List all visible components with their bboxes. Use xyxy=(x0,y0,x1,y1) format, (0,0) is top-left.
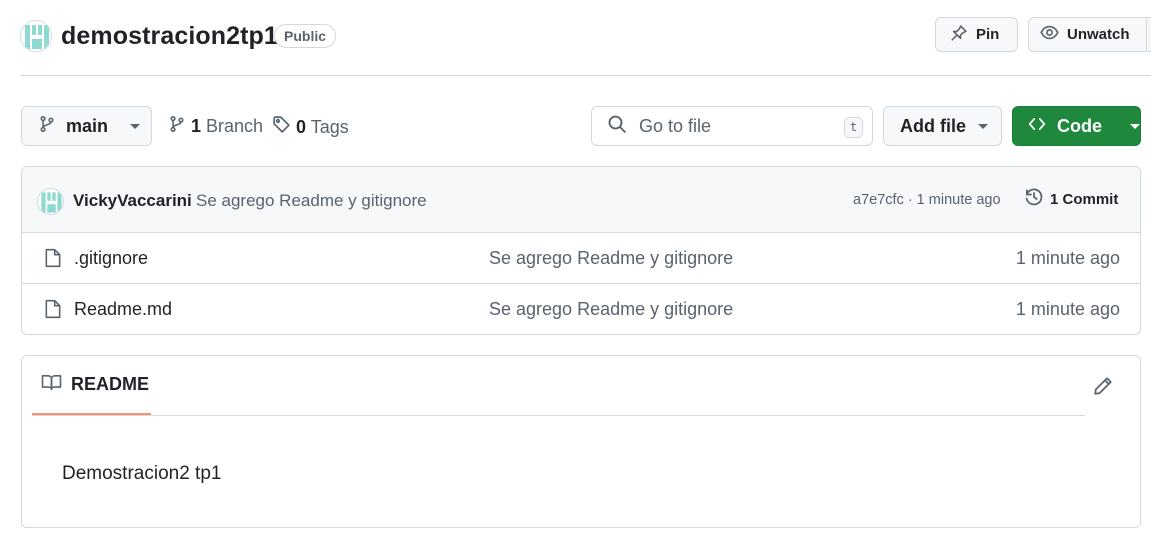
search-icon xyxy=(607,114,627,139)
search-input[interactable] xyxy=(639,115,829,137)
chevron-down-icon xyxy=(130,123,141,129)
commit-hash-time[interactable]: a7e7cfc · 1 minute ago xyxy=(853,192,1001,208)
table-row[interactable]: Readme.md Se agrego Readme y gitignore 1… xyxy=(22,284,1140,334)
tags-count: 0 xyxy=(296,116,307,137)
branches-count: 1 xyxy=(191,116,202,136)
file-commit-message[interactable]: Se agrego Readme y gitignore xyxy=(489,248,733,269)
add-file-button[interactable]: Add file xyxy=(883,106,1002,146)
commits-link[interactable]: 1 Commit xyxy=(1024,187,1118,211)
branches-link[interactable]: 1 Branch xyxy=(168,115,263,138)
eye-icon xyxy=(1040,23,1059,46)
tags-label: Tags xyxy=(310,116,349,137)
history-icon xyxy=(1024,187,1044,211)
branches-label: Branch xyxy=(206,116,264,136)
file-name[interactable]: .gitignore xyxy=(74,248,148,269)
add-file-label: Add file xyxy=(900,115,966,136)
book-icon xyxy=(41,373,62,396)
latest-commit-bar: VickyVaccarini Se agrego Readme y gitign… xyxy=(22,167,1140,233)
chevron-down-icon xyxy=(1130,123,1140,129)
branch-selector-button[interactable]: main xyxy=(21,106,152,146)
code-button[interactable]: Code xyxy=(1012,106,1141,146)
unwatch-button[interactable]: Unwatch 1 xyxy=(1028,17,1151,52)
code-icon xyxy=(1027,115,1047,138)
header-divider xyxy=(21,75,1151,76)
pin-label: Pin xyxy=(976,26,1000,43)
pencil-icon[interactable] xyxy=(1093,376,1113,401)
tag-icon xyxy=(272,115,291,139)
readme-content: Demostracion2 tp1 xyxy=(62,463,222,484)
readme-divider xyxy=(32,415,1085,416)
file-commit-time: 1 minute ago xyxy=(1015,299,1120,319)
tags-link[interactable]: 0 Tags xyxy=(272,115,349,139)
file-icon xyxy=(44,248,62,273)
git-branch-icon xyxy=(38,115,56,138)
commits-label: Commit xyxy=(1062,190,1119,208)
repo-header: demostracion2tp1 Public Pin Unwatch 1 xyxy=(0,0,1151,76)
file-commit-time: 1 minute ago xyxy=(1015,248,1120,268)
watch-count: 1 xyxy=(1145,18,1151,51)
tab-readme[interactable]: README xyxy=(32,356,151,416)
branch-name: main xyxy=(66,115,109,136)
visibility-badge: Public xyxy=(274,24,337,48)
file-list: VickyVaccarini Se agrego Readme y gitign… xyxy=(21,166,1141,335)
pin-icon xyxy=(950,24,968,46)
pin-button[interactable]: Pin xyxy=(935,17,1018,52)
readme-panel: README Demostracion2 tp1 xyxy=(21,355,1141,528)
code-label: Code xyxy=(1057,115,1102,136)
chevron-down-icon xyxy=(978,123,988,129)
commit-message[interactable]: Se agrego Readme y gitignore xyxy=(196,191,427,211)
shortcut-key: t xyxy=(844,117,863,138)
file-name[interactable]: Readme.md xyxy=(74,299,172,320)
avatar[interactable] xyxy=(37,188,64,215)
commits-count: 1 xyxy=(1050,190,1059,208)
repo-name[interactable]: demostracion2tp1 xyxy=(61,22,278,51)
file-icon xyxy=(44,299,62,324)
file-commit-message[interactable]: Se agrego Readme y gitignore xyxy=(489,299,733,320)
readme-tab-label: README xyxy=(71,374,150,394)
commit-author[interactable]: VickyVaccarini xyxy=(73,191,192,211)
table-row[interactable]: .gitignore Se agrego Readme y gitignore … xyxy=(22,233,1140,284)
identicon-icon[interactable] xyxy=(20,20,52,52)
unwatch-label: Unwatch xyxy=(1067,26,1130,43)
git-branch-icon xyxy=(168,115,186,138)
go-to-file-search[interactable]: t xyxy=(591,106,873,146)
